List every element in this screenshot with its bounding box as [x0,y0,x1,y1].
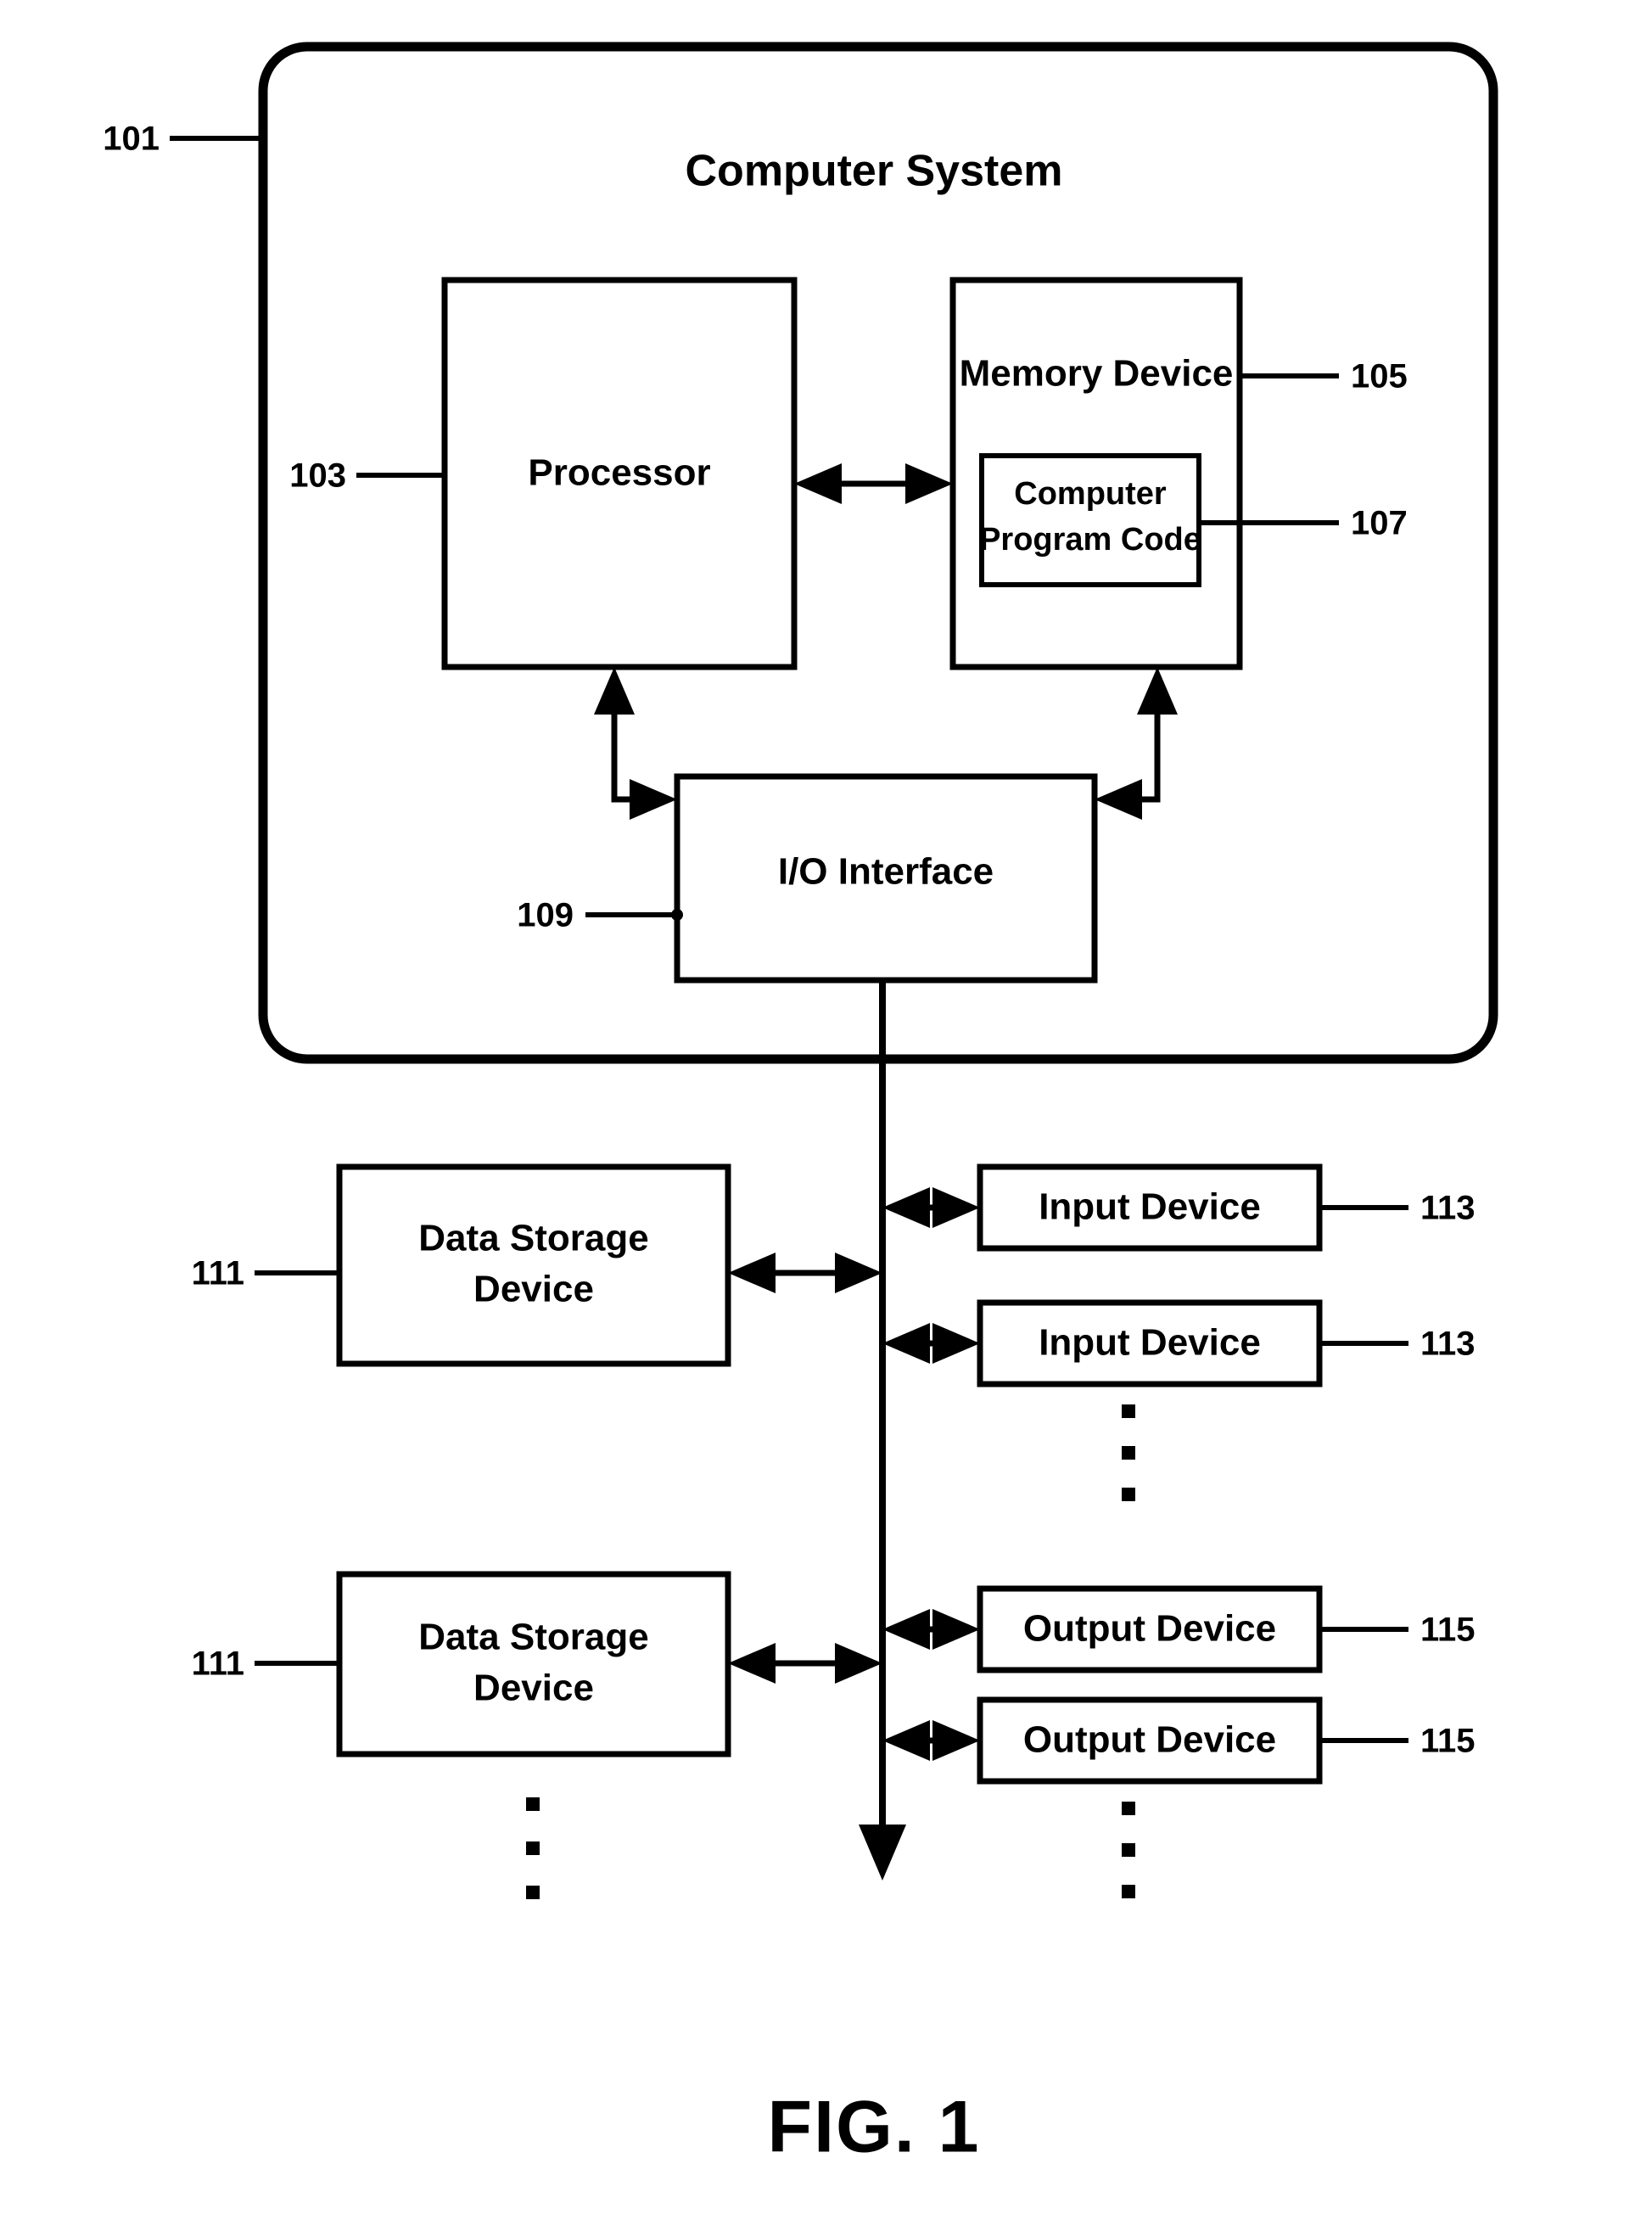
output-device-1-bus-connector [882,1609,980,1650]
data-storage-device-2-block [336,1571,731,1757]
computer-program-code-block [979,453,1201,587]
figure-caption: FIG. 1 [768,2087,981,2168]
ref-numeral-111-a: 111 [192,1255,244,1292]
ref-numeral-111-b: 111 [192,1645,244,1683]
output-device-2-label: Output Device [1023,1719,1276,1761]
output-device-2-bus-connector [882,1720,980,1761]
ref-numeral-115-b: 115 [1420,1723,1476,1760]
input-device-2-bus-connector [882,1323,980,1364]
patent-figure: 101 Computer System Processor 103 Memory… [0,0,1652,2231]
input-device-1-label: Input Device [1039,1186,1261,1228]
input-devices-ellipsis [1122,1404,1135,1501]
data-storage-2-bus-connector [728,1643,882,1684]
computer-program-code-line2: Program Code [979,522,1201,558]
data-storage-ellipsis [526,1797,540,1899]
ref-numeral-109: 109 [517,897,574,934]
output-devices-ellipsis [1122,1802,1135,1898]
computer-program-code-line1: Computer [1014,476,1167,512]
leader-dot-109 [671,909,683,921]
processor-label: Processor [528,452,710,494]
output-device-1-label: Output Device [1023,1608,1276,1650]
computer-system-title: Computer System [686,147,1063,196]
ref-numeral-101: 101 [103,121,160,158]
ref-numeral-103: 103 [289,457,346,495]
data-storage-device-1-line2: Device [473,1269,594,1310]
ref-numeral-107: 107 [1351,505,1408,542]
data-storage-device-2-line2: Device [473,1668,594,1709]
input-device-2-label: Input Device [1039,1322,1261,1364]
figure-canvas: 101 Computer System Processor 103 Memory… [103,42,1498,2168]
ref-numeral-115-a: 115 [1420,1612,1476,1649]
data-storage-device-2-line1: Data Storage [418,1617,648,1658]
data-storage-1-bus-connector [728,1253,882,1293]
data-storage-device-1-line1: Data Storage [418,1218,648,1259]
ref-numeral-113-b: 113 [1420,1326,1476,1363]
input-device-1-bus-connector [882,1187,980,1228]
ref-numeral-105: 105 [1351,358,1408,395]
io-interface-label: I/O Interface [778,851,994,893]
memory-device-label: Memory Device [960,353,1234,395]
ref-numeral-113-a: 113 [1420,1190,1476,1227]
data-storage-device-1-block [336,1163,731,1367]
